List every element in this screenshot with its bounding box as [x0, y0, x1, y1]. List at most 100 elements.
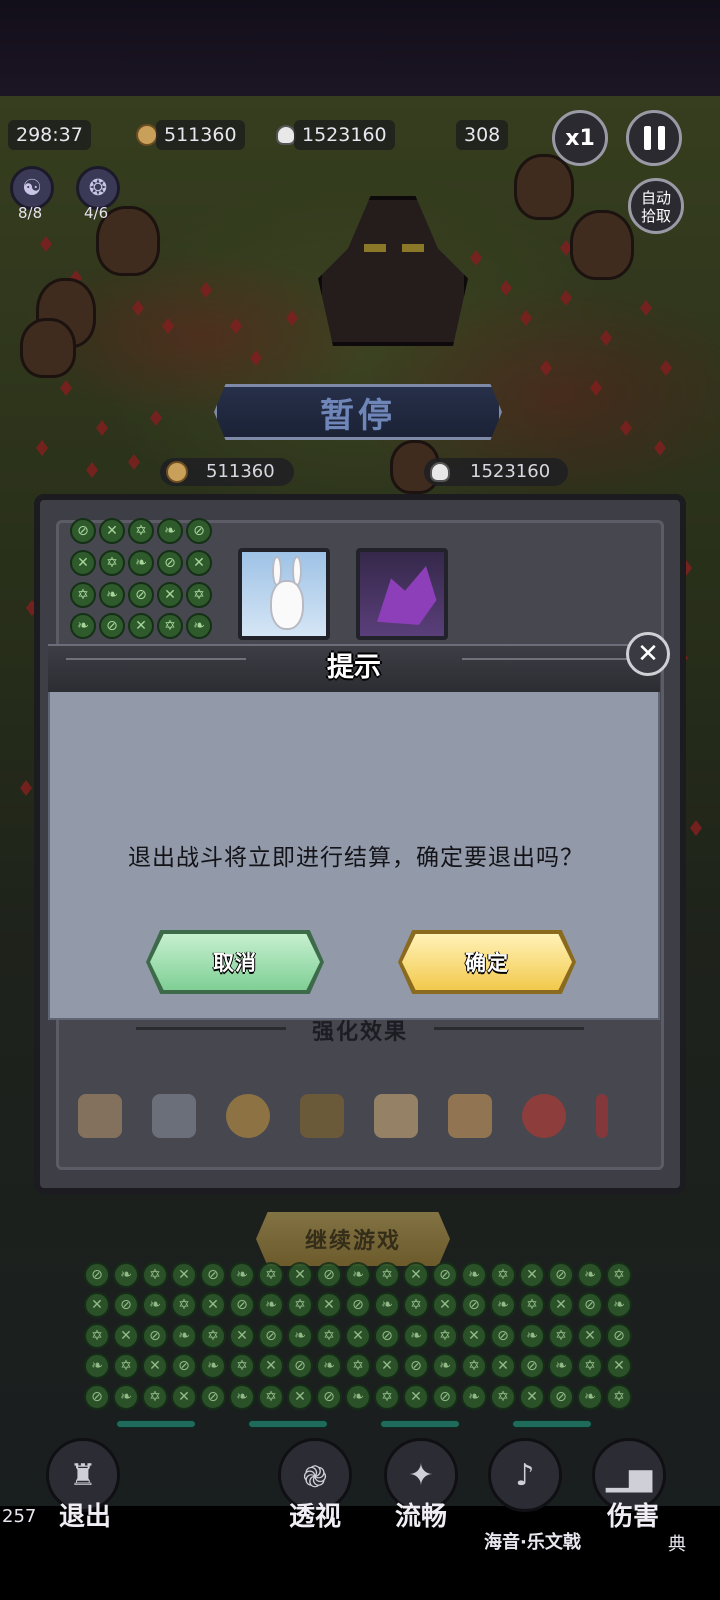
speed-label: x1	[565, 125, 595, 151]
hero-slot-icon: ✡	[577, 1353, 603, 1380]
audio-label[interactable]: 海音·乐文戟	[484, 1528, 581, 1554]
hero-slot-icon: ✡	[84, 1322, 110, 1349]
hero-slot-icon: ✡	[287, 1292, 313, 1319]
hero-slot-icon: ✡	[374, 1383, 400, 1410]
upgrade-slot-icon: ✡	[99, 549, 125, 576]
hero-slot-icon: ✕	[171, 1262, 197, 1288]
hero-slot-icon: ❧	[490, 1292, 516, 1319]
coin-icon[interactable]	[226, 1094, 270, 1138]
hero-slot-icon: ✕	[345, 1322, 371, 1349]
reveal-label[interactable]: 透视	[278, 1496, 352, 1532]
kill-count: 1523160	[294, 120, 395, 150]
skill-1-count: 8/8	[18, 204, 43, 222]
continue-game-button[interactable]: 继续游戏	[256, 1212, 450, 1266]
dragon-hero-portrait[interactable]	[356, 548, 448, 640]
hero-slot-icon: ⊘	[374, 1322, 400, 1349]
pause-button[interactable]	[626, 110, 682, 166]
upgrade-slot-icon: ✡	[186, 581, 212, 608]
hero-hp-bar	[512, 1420, 592, 1428]
hero-slot-icon: ⊘	[316, 1383, 342, 1410]
hero-slot-icon: ❧	[316, 1353, 342, 1380]
hero-slot-icon: ✡	[142, 1383, 168, 1410]
speaker-icon[interactable]: ♪	[488, 1438, 562, 1512]
hero-slot-icon: ❧	[287, 1322, 313, 1349]
muscle-icon[interactable]	[374, 1094, 418, 1138]
fire-ring-icon[interactable]	[522, 1094, 566, 1138]
hero-slot-icon: ⊘	[142, 1322, 168, 1349]
book-icon[interactable]	[300, 1094, 344, 1138]
timer-display: 298:37	[8, 120, 91, 150]
upgrade-slot-icon: ✡	[157, 613, 183, 640]
upgrade-slot-icon: ✡	[128, 518, 154, 544]
upgrade-slot-icon: ✕	[157, 581, 183, 608]
damage-label[interactable]: 伤害	[596, 1496, 670, 1532]
auto-pickup-label-1: 自动	[640, 189, 671, 207]
hero-slot-icon: ✡	[113, 1353, 139, 1380]
hero-slot-icon: ❧	[345, 1383, 371, 1410]
hero-slot-icon: ✡	[606, 1383, 632, 1410]
hero-slot-icon: ✕	[577, 1322, 603, 1349]
hero-slot-icon: ⊘	[171, 1353, 197, 1380]
hero-slot-icon: ✕	[490, 1353, 516, 1380]
red-banner-icon[interactable]	[596, 1094, 608, 1138]
upgrade-slot-grid: ⊘ ✕ ✡ ❧ ⊘ ✕ ✡ ❧ ⊘ ✕ ✡ ❧ ⊘ ✕ ✡ ❧ ⊘ ✕ ✡ ❧	[70, 518, 214, 642]
crossed-swords-icon[interactable]	[152, 1094, 196, 1138]
hero-slot-icon: ❧	[548, 1353, 574, 1380]
hero-slot-icon: ⊘	[403, 1353, 429, 1380]
hero-slot-icon: ⊘	[113, 1292, 139, 1319]
hero-slot-icon: ⊘	[432, 1383, 458, 1410]
hero-hp-bar	[248, 1420, 328, 1428]
coin-icon	[166, 461, 188, 483]
hero-slot-icon: ✡	[490, 1383, 516, 1410]
hero-slot-icon: ❧	[142, 1292, 168, 1319]
hero-slot-icon: ❧	[519, 1322, 545, 1349]
dialog-message: 退出战斗将立即进行结算，确定要退出吗？	[128, 845, 584, 871]
left-number: 257	[2, 1506, 37, 1527]
upgrade-slot-icon: ⊘	[128, 581, 154, 608]
dialog-title: 提示	[327, 652, 381, 683]
auto-pickup-label-2: 拾取	[640, 207, 671, 225]
hero-slot-field: ⊘ ❧ ✡ ✕ ⊘ ❧ ✡ ✕ ⊘ ❧ ✡ ✕ ⊘ ❧ ✡ ✕ ⊘ ❧ ✡ ✕ ⊘ ❧ ✡ ✕ ⊘ ❧ ✡ ✕ ⊘ ❧ ✡ ✕ ⊘ ❧ ✡ ✕ ⊘ ❧ ✡ ✕…	[84, 1262, 636, 1412]
hero-slot-icon: ⊘	[548, 1262, 574, 1288]
hero-slot-icon: ⊘	[229, 1292, 255, 1319]
hero-slot-icon: ✕	[548, 1292, 574, 1319]
hero-slot-icon: ❧	[374, 1292, 400, 1319]
hero-slot-icon: ✕	[200, 1292, 226, 1319]
hero-slot-icon: ✡	[345, 1353, 371, 1380]
close-icon[interactable]: ✕	[626, 632, 670, 676]
hero-slot-icon: ❧	[229, 1383, 255, 1410]
upgrade-slot-icon: ⊘	[186, 518, 212, 544]
hero-slot-icon: ✕	[113, 1322, 139, 1349]
hero-slot-icon: ✕	[287, 1262, 313, 1288]
hero-slot-icon: ❧	[432, 1353, 458, 1380]
hero-slot-icon: ❧	[461, 1383, 487, 1410]
antler-icon[interactable]	[78, 1094, 122, 1138]
hero-slot-icon: ❧	[229, 1262, 255, 1288]
hero-slot-icon: ✕	[519, 1383, 545, 1410]
hero-slot-icon: ✕	[316, 1292, 342, 1319]
hero-hp-bar	[116, 1420, 196, 1428]
strongman-icon[interactable]	[448, 1094, 492, 1138]
rabbit-hero-portrait[interactable]	[238, 548, 330, 640]
hero-slot-icon: ✕	[606, 1353, 632, 1380]
hero-slot-icon: ❧	[461, 1262, 487, 1288]
hero-slot-icon: ✕	[519, 1262, 545, 1288]
smooth-label[interactable]: 流畅	[384, 1496, 458, 1532]
hero-slot-icon: ✕	[403, 1262, 429, 1288]
hero-slot-icon: ✡	[258, 1262, 284, 1288]
hero-slot-icon: ⊘	[287, 1353, 313, 1380]
auto-pickup-button[interactable]: 自动 拾取	[628, 178, 684, 234]
upgrade-slot-icon: ❧	[186, 613, 212, 640]
cancel-button[interactable]: 取消	[150, 934, 320, 990]
pause-coin-count: 511360	[206, 461, 275, 482]
hero-slot-icon: ✡	[519, 1292, 545, 1319]
coin-icon	[136, 124, 158, 146]
pause-icon	[643, 126, 665, 150]
speed-button[interactable]: x1	[552, 110, 608, 166]
hero-slot-icon: ❧	[345, 1262, 371, 1288]
confirm-button[interactable]: 确定	[402, 934, 572, 990]
exit-label[interactable]: 退出	[48, 1496, 122, 1532]
skull-icon	[276, 125, 296, 145]
hero-slot-icon: ⊘	[461, 1292, 487, 1319]
enhancement-icons	[78, 1094, 658, 1138]
